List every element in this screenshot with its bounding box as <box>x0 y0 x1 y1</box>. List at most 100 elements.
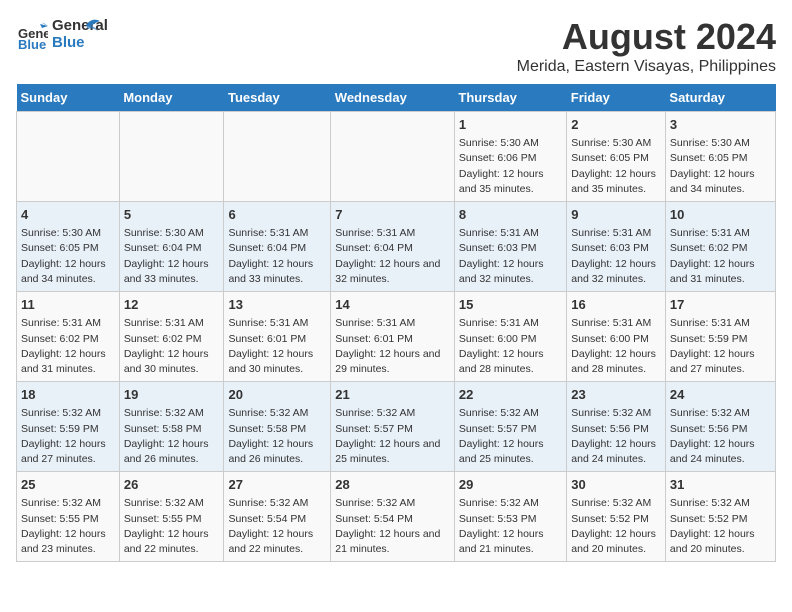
calendar-cell: 20 Sunrise: 5:32 AM Sunset: 5:58 PM Dayli… <box>224 382 331 472</box>
day-content: Sunrise: 5:32 AM Sunset: 5:52 PM Dayligh… <box>670 496 771 557</box>
calendar-cell: 3Sunrise: 5:30 AM Sunset: 6:05 PM Daylig… <box>665 112 775 202</box>
day-number: 16 <box>571 296 661 314</box>
day-content: Sunrise: 5:31 AM Sunset: 6:04 PM Dayligh… <box>228 226 326 287</box>
day-content: Sunrise: 5:31 AM Sunset: 6:02 PM Dayligh… <box>21 316 115 377</box>
day-number: 27 <box>228 476 326 494</box>
day-content: Sunrise: 5:31 AM Sunset: 6:04 PM Dayligh… <box>335 226 450 287</box>
day-number: 31 <box>670 476 771 494</box>
week-row-2: 11 Sunrise: 5:31 AM Sunset: 6:02 PM Dayli… <box>17 292 776 382</box>
calendar-cell: 23 Sunrise: 5:32 AM Sunset: 5:56 PM Dayli… <box>567 382 666 472</box>
week-row-1: 4Sunrise: 5:30 AM Sunset: 6:05 PM Daylig… <box>17 202 776 292</box>
calendar-cell: 13Sunrise: 5:31 AM Sunset: 6:01 PM Dayli… <box>224 292 331 382</box>
calendar-header: SundayMondayTuesdayWednesdayThursdayFrid… <box>17 84 776 112</box>
day-number: 18 <box>21 386 115 404</box>
header-sunday: Sunday <box>17 84 120 112</box>
calendar-cell: 5Sunrise: 5:30 AM Sunset: 6:04 PM Daylig… <box>119 202 224 292</box>
day-number: 30 <box>571 476 661 494</box>
day-number: 17 <box>670 296 771 314</box>
day-number: 14 <box>335 296 450 314</box>
week-row-3: 18 Sunrise: 5:32 AM Sunset: 5:59 PM Dayli… <box>17 382 776 472</box>
calendar-cell <box>224 112 331 202</box>
calendar-cell <box>17 112 120 202</box>
day-number: 2 <box>571 116 661 134</box>
day-number: 9 <box>571 206 661 224</box>
calendar-cell: 8Sunrise: 5:31 AM Sunset: 6:03 PM Daylig… <box>454 202 566 292</box>
day-number: 6 <box>228 206 326 224</box>
day-content: Sunrise: 5:32 AM Sunset: 5:55 PM Dayligh… <box>21 496 115 557</box>
calendar-table: SundayMondayTuesdayWednesdayThursdayFrid… <box>16 84 776 562</box>
logo-text-blue: Blue <box>52 35 108 52</box>
calendar-cell: 2 Sunrise: 5:30 AM Sunset: 6:05 PM Daylig… <box>567 112 666 202</box>
logo: General Blue General Blue <box>16 16 100 51</box>
calendar-cell: 11 Sunrise: 5:31 AM Sunset: 6:02 PM Dayli… <box>17 292 120 382</box>
title-block: August 2024 Merida, Eastern Visayas, Phi… <box>517 16 776 76</box>
page-header: General Blue General Blue August 2024 Me… <box>16 16 776 76</box>
calendar-cell: 24 Sunrise: 5:32 AM Sunset: 5:56 PM Dayli… <box>665 382 775 472</box>
header-wednesday: Wednesday <box>331 84 455 112</box>
calendar-cell: 26Sunrise: 5:32 AM Sunset: 5:55 PM Dayli… <box>119 472 224 562</box>
header-saturday: Saturday <box>665 84 775 112</box>
day-content: Sunrise: 5:31 AM Sunset: 6:00 PM Dayligh… <box>459 316 562 377</box>
day-content: Sunrise: 5:32 AM Sunset: 5:59 PM Dayligh… <box>21 406 115 467</box>
page-subtitle: Merida, Eastern Visayas, Philippines <box>517 58 776 76</box>
calendar-cell: 31 Sunrise: 5:32 AM Sunset: 5:52 PM Dayli… <box>665 472 775 562</box>
day-content: Sunrise: 5:30 AM Sunset: 6:06 PM Dayligh… <box>459 136 562 197</box>
calendar-cell: 18 Sunrise: 5:32 AM Sunset: 5:59 PM Dayli… <box>17 382 120 472</box>
svg-text:Blue: Blue <box>18 37 46 50</box>
header-tuesday: Tuesday <box>224 84 331 112</box>
calendar-cell: 9Sunrise: 5:31 AM Sunset: 6:03 PM Daylig… <box>567 202 666 292</box>
day-content: Sunrise: 5:31 AM Sunset: 6:01 PM Dayligh… <box>228 316 326 377</box>
calendar-cell: 16 Sunrise: 5:31 AM Sunset: 6:00 PM Dayli… <box>567 292 666 382</box>
calendar-cell: 22 Sunrise: 5:32 AM Sunset: 5:57 PM Dayli… <box>454 382 566 472</box>
calendar-cell: 17 Sunrise: 5:31 AM Sunset: 5:59 PM Dayli… <box>665 292 775 382</box>
day-content: Sunrise: 5:30 AM Sunset: 6:05 PM Dayligh… <box>670 136 771 197</box>
day-content: Sunrise: 5:32 AM Sunset: 5:52 PM Dayligh… <box>571 496 661 557</box>
calendar-cell: 15Sunrise: 5:31 AM Sunset: 6:00 PM Dayli… <box>454 292 566 382</box>
day-content: Sunrise: 5:32 AM Sunset: 5:53 PM Dayligh… <box>459 496 562 557</box>
calendar-cell: 10 Sunrise: 5:31 AM Sunset: 6:02 PM Dayli… <box>665 202 775 292</box>
calendar-body: 1 Sunrise: 5:30 AM Sunset: 6:06 PM Daylig… <box>17 112 776 562</box>
header-row: SundayMondayTuesdayWednesdayThursdayFrid… <box>17 84 776 112</box>
day-content: Sunrise: 5:32 AM Sunset: 5:58 PM Dayligh… <box>228 406 326 467</box>
day-content: Sunrise: 5:30 AM Sunset: 6:05 PM Dayligh… <box>571 136 661 197</box>
header-monday: Monday <box>119 84 224 112</box>
day-content: Sunrise: 5:32 AM Sunset: 5:57 PM Dayligh… <box>459 406 562 467</box>
day-number: 28 <box>335 476 450 494</box>
calendar-cell: 1 Sunrise: 5:30 AM Sunset: 6:06 PM Daylig… <box>454 112 566 202</box>
day-number: 25 <box>21 476 115 494</box>
calendar-cell: 12Sunrise: 5:31 AM Sunset: 6:02 PM Dayli… <box>119 292 224 382</box>
day-number: 21 <box>335 386 450 404</box>
calendar-cell: 25 Sunrise: 5:32 AM Sunset: 5:55 PM Dayli… <box>17 472 120 562</box>
day-number: 19 <box>124 386 220 404</box>
day-content: Sunrise: 5:32 AM Sunset: 5:56 PM Dayligh… <box>571 406 661 467</box>
calendar-cell: 4Sunrise: 5:30 AM Sunset: 6:05 PM Daylig… <box>17 202 120 292</box>
day-content: Sunrise: 5:30 AM Sunset: 6:04 PM Dayligh… <box>124 226 220 287</box>
day-number: 24 <box>670 386 771 404</box>
day-number: 11 <box>21 296 115 314</box>
calendar-cell: 19 Sunrise: 5:32 AM Sunset: 5:58 PM Dayli… <box>119 382 224 472</box>
day-number: 22 <box>459 386 562 404</box>
calendar-cell: 28Sunrise: 5:32 AM Sunset: 5:54 PM Dayli… <box>331 472 455 562</box>
day-number: 1 <box>459 116 562 134</box>
day-number: 23 <box>571 386 661 404</box>
day-content: Sunrise: 5:31 AM Sunset: 6:01 PM Dayligh… <box>335 316 450 377</box>
day-number: 20 <box>228 386 326 404</box>
day-content: Sunrise: 5:32 AM Sunset: 5:58 PM Dayligh… <box>124 406 220 467</box>
day-content: Sunrise: 5:31 AM Sunset: 6:02 PM Dayligh… <box>670 226 771 287</box>
logo-icon: General Blue <box>16 18 48 50</box>
calendar-cell: 14 Sunrise: 5:31 AM Sunset: 6:01 PM Dayli… <box>331 292 455 382</box>
day-number: 7 <box>335 206 450 224</box>
day-content: Sunrise: 5:32 AM Sunset: 5:57 PM Dayligh… <box>335 406 450 467</box>
day-content: Sunrise: 5:31 AM Sunset: 6:03 PM Dayligh… <box>459 226 562 287</box>
week-row-0: 1 Sunrise: 5:30 AM Sunset: 6:06 PM Daylig… <box>17 112 776 202</box>
day-content: Sunrise: 5:31 AM Sunset: 6:00 PM Dayligh… <box>571 316 661 377</box>
calendar-cell: 21 Sunrise: 5:32 AM Sunset: 5:57 PM Dayli… <box>331 382 455 472</box>
day-content: Sunrise: 5:31 AM Sunset: 5:59 PM Dayligh… <box>670 316 771 377</box>
calendar-cell: 27Sunrise: 5:32 AM Sunset: 5:54 PM Dayli… <box>224 472 331 562</box>
day-number: 29 <box>459 476 562 494</box>
day-content: Sunrise: 5:32 AM Sunset: 5:56 PM Dayligh… <box>670 406 771 467</box>
day-number: 10 <box>670 206 771 224</box>
calendar-cell <box>119 112 224 202</box>
day-number: 12 <box>124 296 220 314</box>
calendar-cell: 7 Sunrise: 5:31 AM Sunset: 6:04 PM Daylig… <box>331 202 455 292</box>
